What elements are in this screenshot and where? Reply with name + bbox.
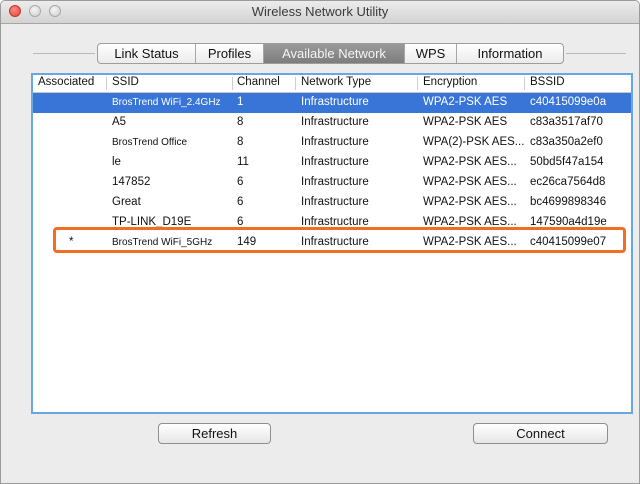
group-divider-left: [33, 53, 95, 54]
connect-button[interactable]: Connect: [473, 423, 608, 444]
bssid-cell: 147590a4d19e: [530, 216, 607, 228]
channel-cell: 6: [237, 196, 244, 208]
channel-cell: 8: [237, 136, 244, 148]
channel-cell: 149: [237, 236, 257, 248]
encryption-cell: WPA2-PSK AES...: [423, 176, 517, 188]
network-type-cell: Infrastructure: [301, 216, 369, 228]
tab-wps[interactable]: WPS: [405, 44, 457, 63]
ssid-cell: TP-LINK_D19E: [112, 216, 192, 228]
table-row[interactable]: * BrosTrend WiFi_5GHz 149 Infrastructure…: [33, 233, 631, 253]
ssid-cell: BrosTrend WiFi_5GHz: [112, 237, 213, 248]
ssid-cell: Great: [112, 196, 141, 208]
tab-information[interactable]: Information: [457, 44, 563, 63]
table-row[interactable]: A5 8 Infrastructure WPA2-PSK AES c83a351…: [33, 113, 631, 133]
group-divider-right: [566, 53, 626, 54]
bssid-cell: c83a350a2ef0: [530, 136, 603, 148]
column-header-encryption[interactable]: Encryption: [423, 76, 477, 88]
ssid-cell: 147852: [112, 176, 151, 188]
encryption-cell: WPA2-PSK AES: [423, 116, 508, 128]
ssid-cell: BrosTrend WiFi_2.4GHz: [112, 97, 221, 108]
tab-available-network[interactable]: Available Network: [264, 44, 405, 63]
column-header-associated[interactable]: Associated: [38, 76, 94, 88]
network-list-panel[interactable]: Associated SSID Channel Network Type Enc…: [31, 73, 633, 414]
encryption-cell: WPA2-PSK AES...: [423, 236, 517, 248]
ssid-cell: A5: [112, 116, 127, 128]
bssid-cell: bc4699898346: [530, 196, 607, 208]
column-header-network-type[interactable]: Network Type: [301, 76, 371, 88]
title-bar: Wireless Network Utility: [1, 1, 639, 24]
bssid-cell: c83a3517af70: [530, 116, 603, 128]
channel-cell: 6: [237, 176, 244, 188]
network-type-cell: Infrastructure: [301, 176, 369, 188]
encryption-cell: WPA(2)-PSK AES...: [423, 136, 525, 148]
table-row[interactable]: 147852 6 Infrastructure WPA2-PSK AES... …: [33, 173, 631, 193]
associated-cell: *: [69, 236, 74, 248]
table-row[interactable]: le 11 Infrastructure WPA2-PSK AES... 50b…: [33, 153, 631, 173]
bssid-cell: ec26ca7564d8: [530, 176, 606, 188]
bssid-cell: c40415099e0a: [530, 96, 607, 108]
ssid-cell: le: [112, 156, 121, 168]
bssid-cell: c40415099e07: [530, 236, 607, 248]
channel-cell: 6: [237, 216, 244, 228]
encryption-cell: WPA2-PSK AES...: [423, 216, 517, 228]
network-type-cell: Infrastructure: [301, 236, 369, 248]
window-title: Wireless Network Utility: [251, 4, 389, 19]
ssid-cell: BrosTrend Office: [112, 137, 188, 148]
network-type-cell: Infrastructure: [301, 96, 369, 108]
table-header: Associated SSID Channel Network Type Enc…: [33, 75, 631, 93]
channel-cell: 1: [237, 96, 244, 108]
network-type-cell: Infrastructure: [301, 156, 369, 168]
column-header-bssid[interactable]: BSSID: [530, 76, 565, 88]
tab-profiles[interactable]: Profiles: [196, 44, 264, 63]
table-row[interactable]: BrosTrend WiFi_2.4GHz 1 Infrastructure W…: [33, 93, 631, 113]
tab-link-status[interactable]: Link Status: [98, 44, 196, 63]
table-row[interactable]: TP-LINK_D19E 6 Infrastructure WPA2-PSK A…: [33, 213, 631, 233]
bssid-cell: 50bd5f47a154: [530, 156, 604, 168]
column-header-ssid[interactable]: SSID: [112, 76, 139, 88]
table-row[interactable]: Great 6 Infrastructure WPA2-PSK AES... b…: [33, 193, 631, 213]
encryption-cell: WPA2-PSK AES: [423, 96, 508, 108]
network-type-cell: Infrastructure: [301, 136, 369, 148]
channel-cell: 8: [237, 116, 244, 128]
encryption-cell: WPA2-PSK AES...: [423, 156, 517, 168]
tab-bar: Link Status Profiles Available Network W…: [97, 43, 564, 64]
network-type-cell: Infrastructure: [301, 116, 369, 128]
table-row[interactable]: BrosTrend Office 8 Infrastructure WPA(2)…: [33, 133, 631, 153]
refresh-button[interactable]: Refresh: [158, 423, 271, 444]
app-window: Wireless Network Utility Link Status Pro…: [0, 0, 640, 484]
column-header-channel[interactable]: Channel: [237, 76, 280, 88]
network-type-cell: Infrastructure: [301, 196, 369, 208]
encryption-cell: WPA2-PSK AES...: [423, 196, 517, 208]
channel-cell: 11: [237, 156, 249, 168]
